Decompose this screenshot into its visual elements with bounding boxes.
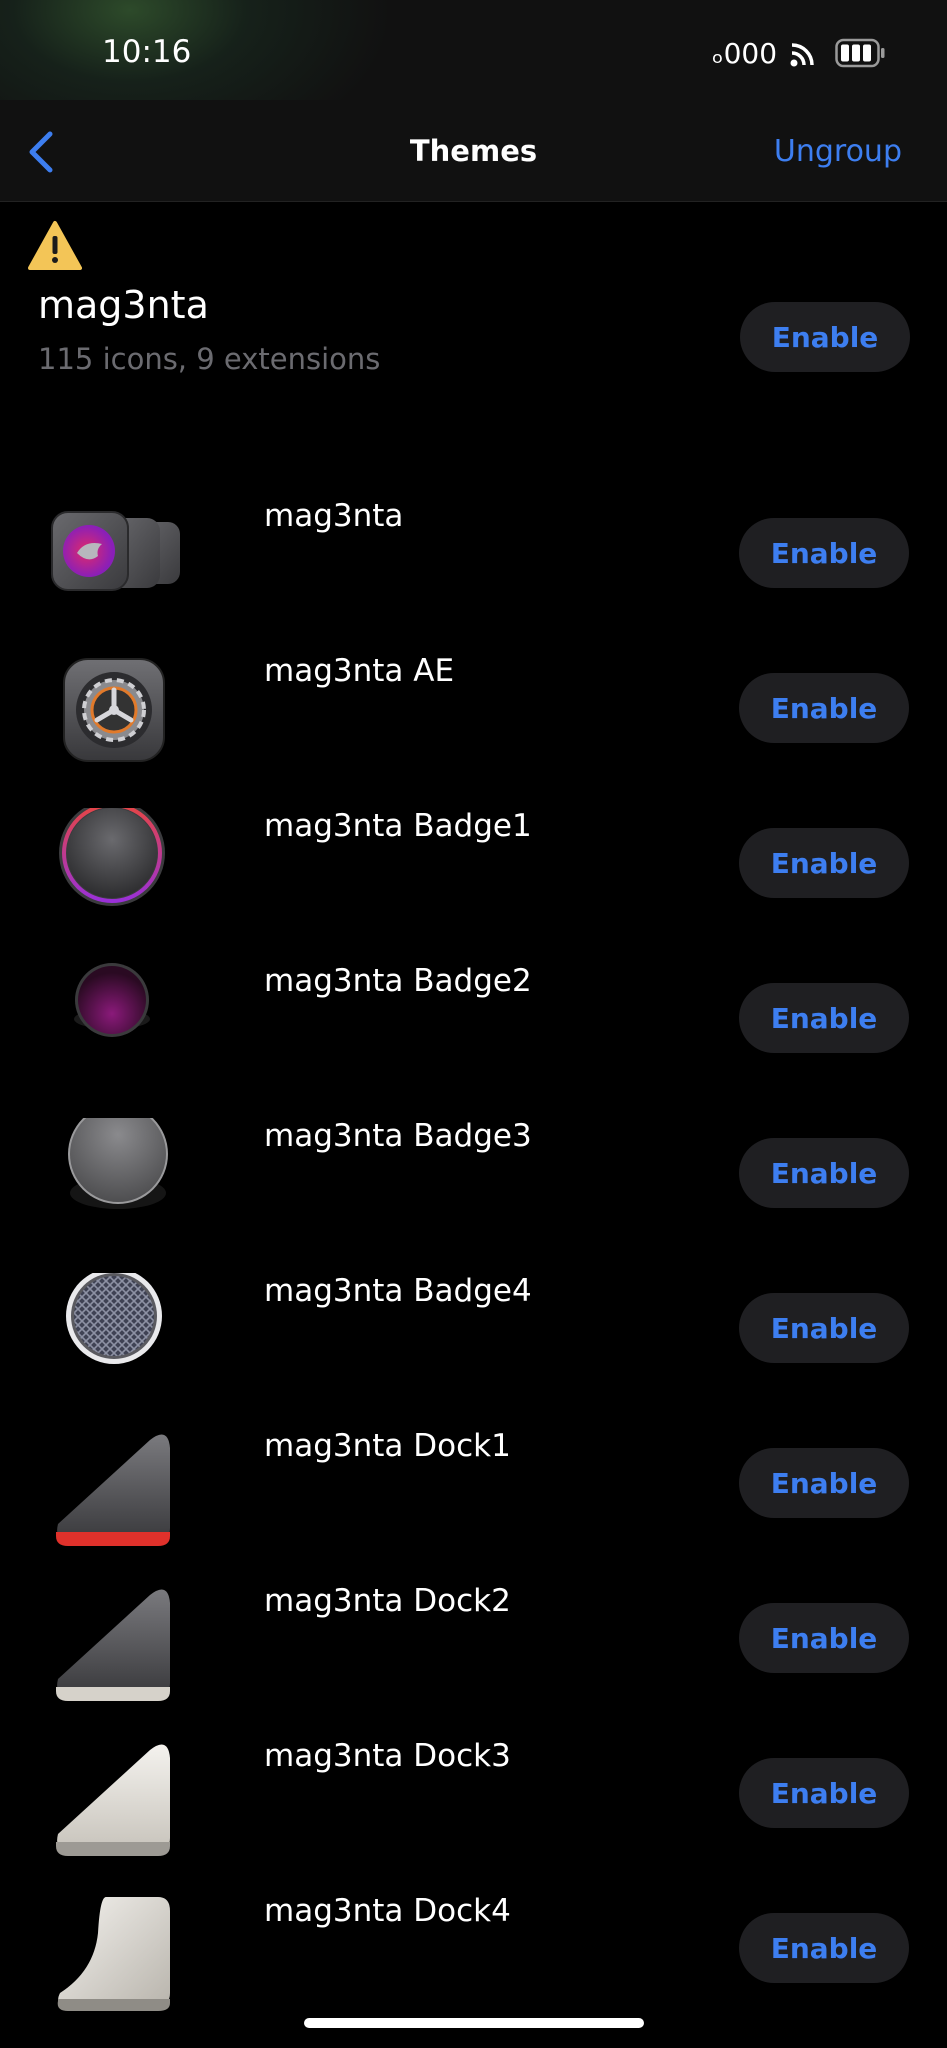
theme-row[interactable]: mag3nta Badge2 Enable xyxy=(0,955,947,1110)
light-dock-icon xyxy=(56,1744,170,1856)
enable-button[interactable]: Enable xyxy=(739,1603,909,1673)
enable-button[interactable]: Enable xyxy=(739,1913,909,1983)
grey-circle-badge-icon xyxy=(68,1118,168,1209)
theme-group-title: mag3nta xyxy=(38,283,209,327)
settings-gear-icon xyxy=(63,658,165,762)
theme-name: mag3nta Badge1 xyxy=(264,808,532,844)
warning-icon xyxy=(28,221,82,270)
theme-row[interactable]: mag3nta Badge1 Enable xyxy=(0,800,947,955)
enable-button[interactable]: Enable xyxy=(739,518,909,588)
theme-group-subtitle: 115 icons, 9 extensions xyxy=(38,342,381,376)
theme-row[interactable]: mag3nta Badge3 Enable xyxy=(0,1110,947,1265)
enable-button[interactable]: Enable xyxy=(739,1758,909,1828)
theme-row[interactable]: mag3nta Dock2 Enable xyxy=(0,1575,947,1730)
theme-row[interactable]: mag3nta Badge4 Enable xyxy=(0,1265,947,1420)
enable-button[interactable]: Enable xyxy=(739,1448,909,1518)
theme-row[interactable]: mag3nta Dock3 Enable xyxy=(0,1730,947,1885)
theme-row[interactable]: mag3nta Dock1 Enable xyxy=(0,1420,947,1575)
ring-badge-icon xyxy=(59,808,165,906)
enable-group-button[interactable]: Enable xyxy=(740,302,910,372)
theme-name: mag3nta AE xyxy=(264,653,455,689)
multi-icon-stack xyxy=(51,511,180,591)
theme-name: mag3nta Dock4 xyxy=(264,1893,511,1929)
wifi-icon xyxy=(790,43,814,67)
cellular-signal-icon: ₒ000 xyxy=(712,37,778,70)
theme-row[interactable]: mag3nta Dock4 Enable xyxy=(0,1885,947,2040)
theme-name: mag3nta Dock3 xyxy=(264,1738,511,1774)
ungroup-button[interactable]: Ungroup xyxy=(774,134,902,169)
theme-name: mag3nta Dock2 xyxy=(264,1583,511,1619)
theme-row[interactable]: mag3nta AE Enable xyxy=(0,645,947,800)
enable-button[interactable]: Enable xyxy=(739,1293,909,1363)
theme-name: mag3nta Badge2 xyxy=(264,963,532,999)
theme-name: mag3nta Badge3 xyxy=(264,1118,532,1154)
enable-button[interactable]: Enable xyxy=(739,983,909,1053)
theme-name: mag3nta Dock1 xyxy=(264,1428,511,1464)
mesh-circle-badge-icon xyxy=(66,1273,162,1364)
enable-button[interactable]: Enable xyxy=(739,1138,909,1208)
purple-dot-badge-icon xyxy=(74,963,150,1037)
light-curved-dock-icon xyxy=(57,1897,171,2011)
theme-name: mag3nta Badge4 xyxy=(264,1273,532,1309)
enable-button[interactable]: Enable xyxy=(739,673,909,743)
theme-name: mag3nta xyxy=(264,498,404,534)
dark-dock-red-icon xyxy=(56,1434,170,1546)
enable-button[interactable]: Enable xyxy=(739,828,909,898)
theme-row[interactable]: mag3nta Enable xyxy=(0,490,947,645)
dark-dock-icon xyxy=(56,1589,170,1701)
battery-icon xyxy=(835,38,885,68)
home-indicator xyxy=(304,2018,644,2028)
status-time: 10:16 xyxy=(102,34,192,70)
status-bar: 10:16 ₒ000 xyxy=(0,0,947,100)
